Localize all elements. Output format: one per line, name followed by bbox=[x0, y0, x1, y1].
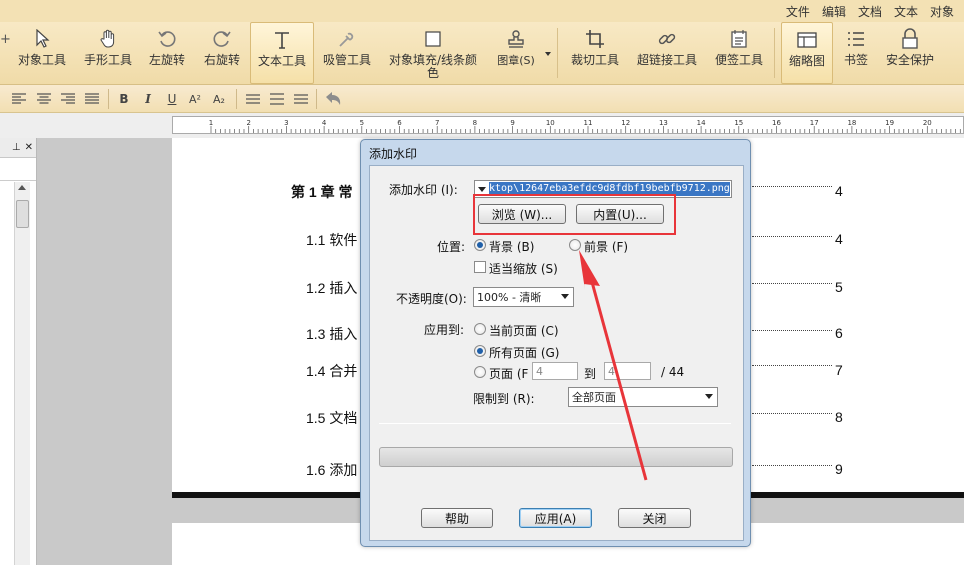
annotation-arrow bbox=[579, 250, 648, 481]
